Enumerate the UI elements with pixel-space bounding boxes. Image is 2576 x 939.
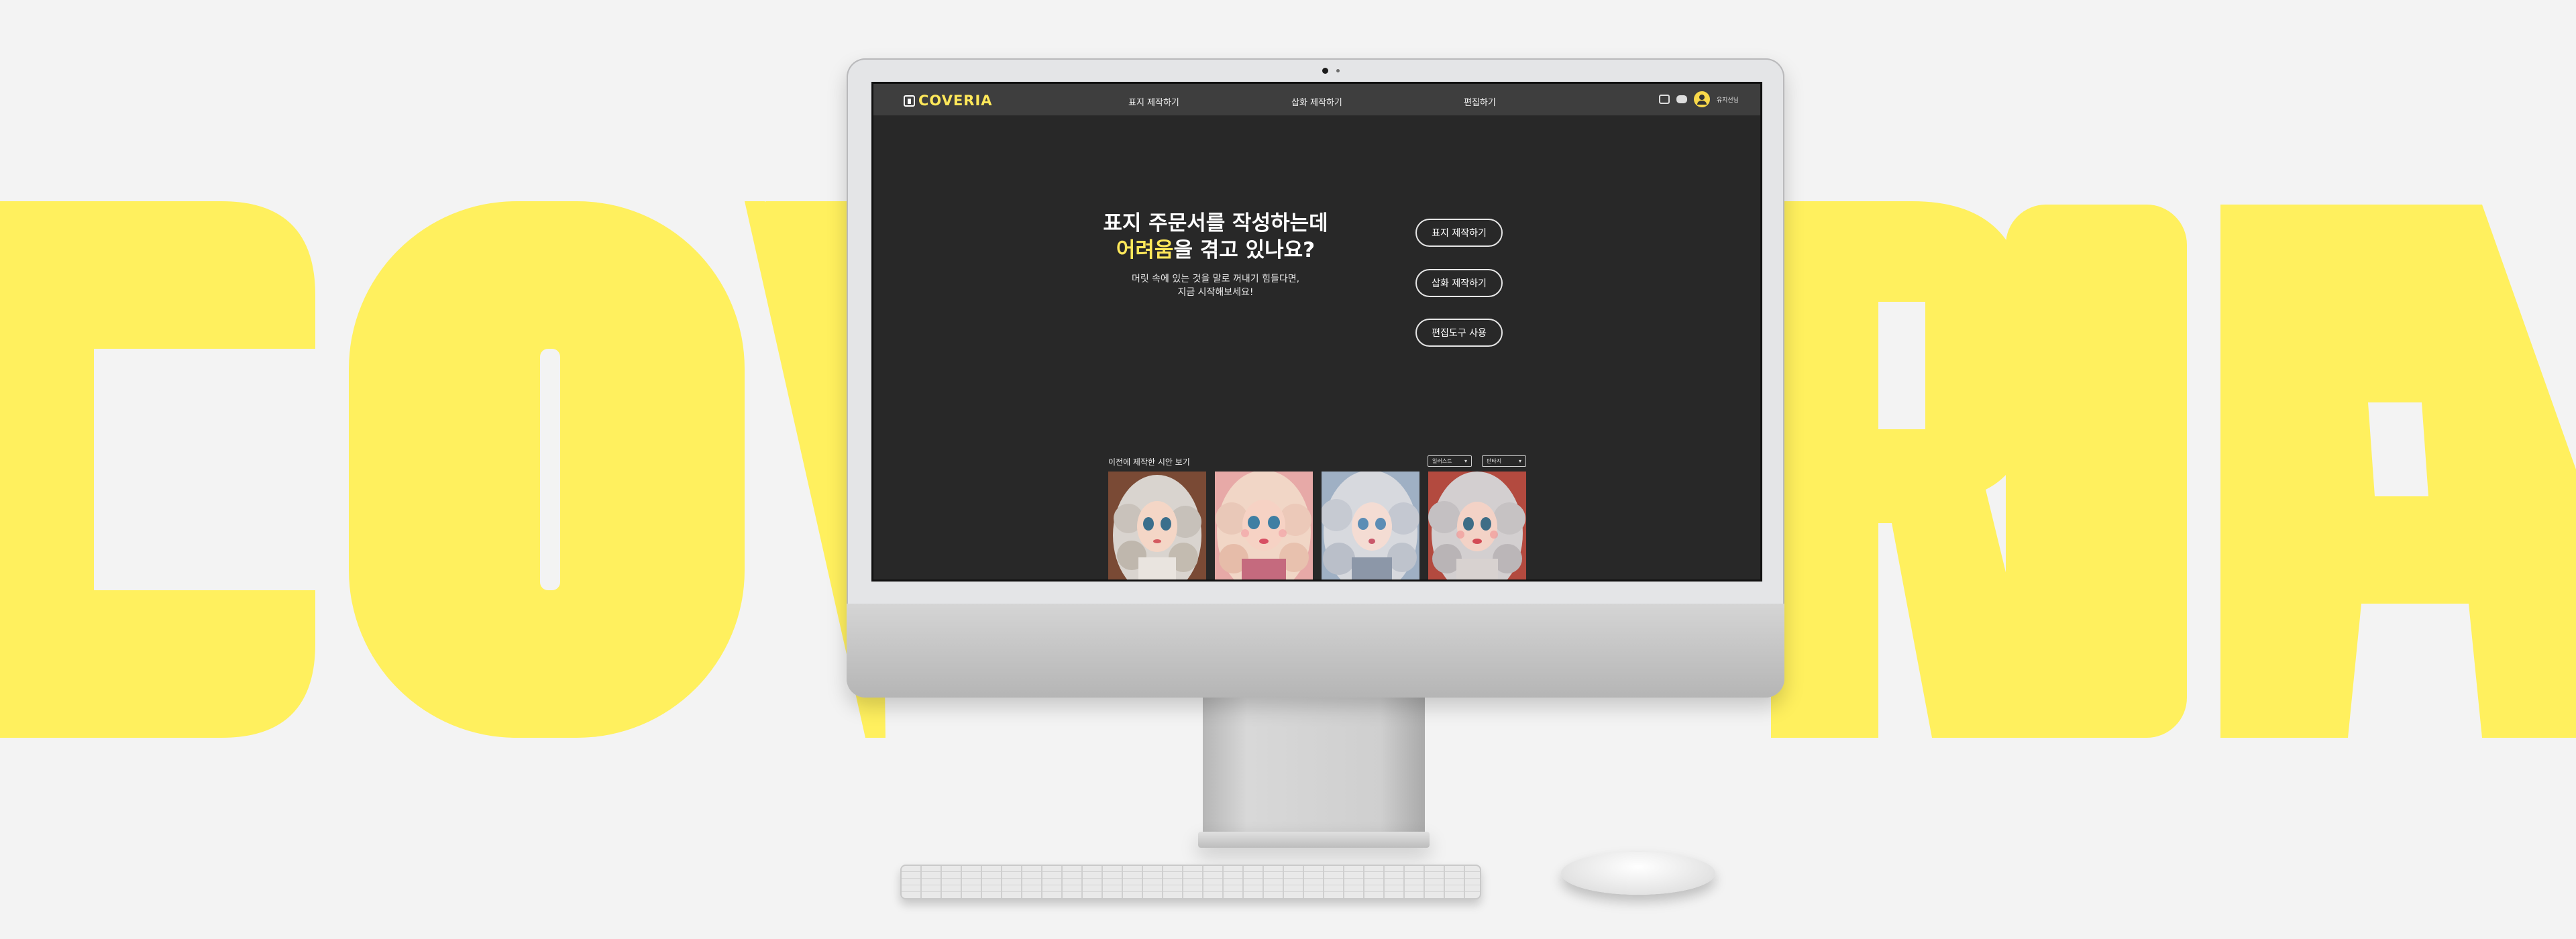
app-screen: COVERIA 표지 제작하기 삽화 제작하기 편집하기 유지선님 표지 주문서…: [871, 82, 1762, 582]
gallery-title: 이전에 제작한 시안 보기: [1108, 457, 1190, 467]
logo-icon: [904, 95, 915, 107]
filter-style-dropdown[interactable]: 일러스트 ▾: [1428, 455, 1472, 467]
filter-style-label: 일러스트: [1432, 458, 1452, 464]
chat-icon[interactable]: [1676, 95, 1687, 103]
hero-title-line1: 표지 주문서를 작성하는데: [1103, 211, 1328, 235]
monitor-stand: [1203, 698, 1425, 832]
keyboard: [900, 865, 1481, 899]
logo-text: COVERIA: [918, 93, 993, 109]
image-icon[interactable]: [1658, 95, 1670, 104]
camera-icon: [1322, 68, 1328, 74]
top-navigation: COVERIA 표지 제작하기 삽화 제작하기 편집하기 유지선님: [873, 84, 1760, 115]
hero-title-line2-rest: 을 겪고 있나요?: [1173, 238, 1316, 262]
sensor-icon: [1336, 69, 1340, 72]
chevron-down-icon: ▾: [1518, 458, 1521, 464]
gallery-thumbnail[interactable]: [1428, 472, 1526, 579]
chevron-down-icon: ▾: [1464, 458, 1467, 464]
create-illustration-button[interactable]: 삽화 제작하기: [1415, 269, 1503, 297]
mouse: [1561, 852, 1715, 895]
monitor-bezel: COVERIA 표지 제작하기 삽화 제작하기 편집하기 유지선님 표지 주문서…: [847, 58, 1784, 604]
filter-genre-label: 판타지: [1487, 458, 1502, 464]
monitor-chin: [847, 604, 1784, 698]
monitor: COVERIA 표지 제작하기 삽화 제작하기 편집하기 유지선님 표지 주문서…: [847, 58, 1784, 698]
gallery-thumbnail[interactable]: [1108, 472, 1206, 579]
create-cover-button[interactable]: 표지 제작하기: [1415, 219, 1503, 247]
nav-link-edit[interactable]: 편집하기: [1464, 95, 1496, 108]
filter-genre-dropdown[interactable]: 판타지 ▾: [1482, 455, 1526, 467]
hero-subtitle-line1: 머릿 속에 있는 것을 말로 꺼내기 힘들다면,: [1131, 274, 1300, 284]
hero-subtitle-line2: 지금 시작해보세요!: [1177, 287, 1254, 298]
nav-utility-icons: 유지선님: [1658, 91, 1739, 107]
hero-title: 표지 주문서를 작성하는데 어려움을 겪고 있나요?: [1098, 210, 1333, 264]
user-name[interactable]: 유지선님: [1717, 95, 1739, 104]
avatar-icon[interactable]: [1693, 91, 1710, 107]
hero-title-line2: 어려움을 겪고 있나요?: [1098, 237, 1333, 264]
hero-subtitle: 머릿 속에 있는 것을 말로 꺼내기 힘들다면, 지금 시작해보세요!: [1115, 272, 1316, 299]
use-editor-button[interactable]: 편집도구 사용: [1415, 319, 1503, 347]
nav-link-illustration[interactable]: 삽화 제작하기: [1291, 95, 1342, 108]
gallery-thumbnail[interactable]: [1215, 472, 1313, 579]
monitor-stand-base: [1198, 832, 1430, 848]
hero-title-highlight: 어려움: [1116, 238, 1174, 262]
gallery-thumbnail[interactable]: [1322, 472, 1419, 579]
nav-link-cover[interactable]: 표지 제작하기: [1128, 95, 1179, 108]
logo[interactable]: COVERIA: [904, 93, 993, 109]
